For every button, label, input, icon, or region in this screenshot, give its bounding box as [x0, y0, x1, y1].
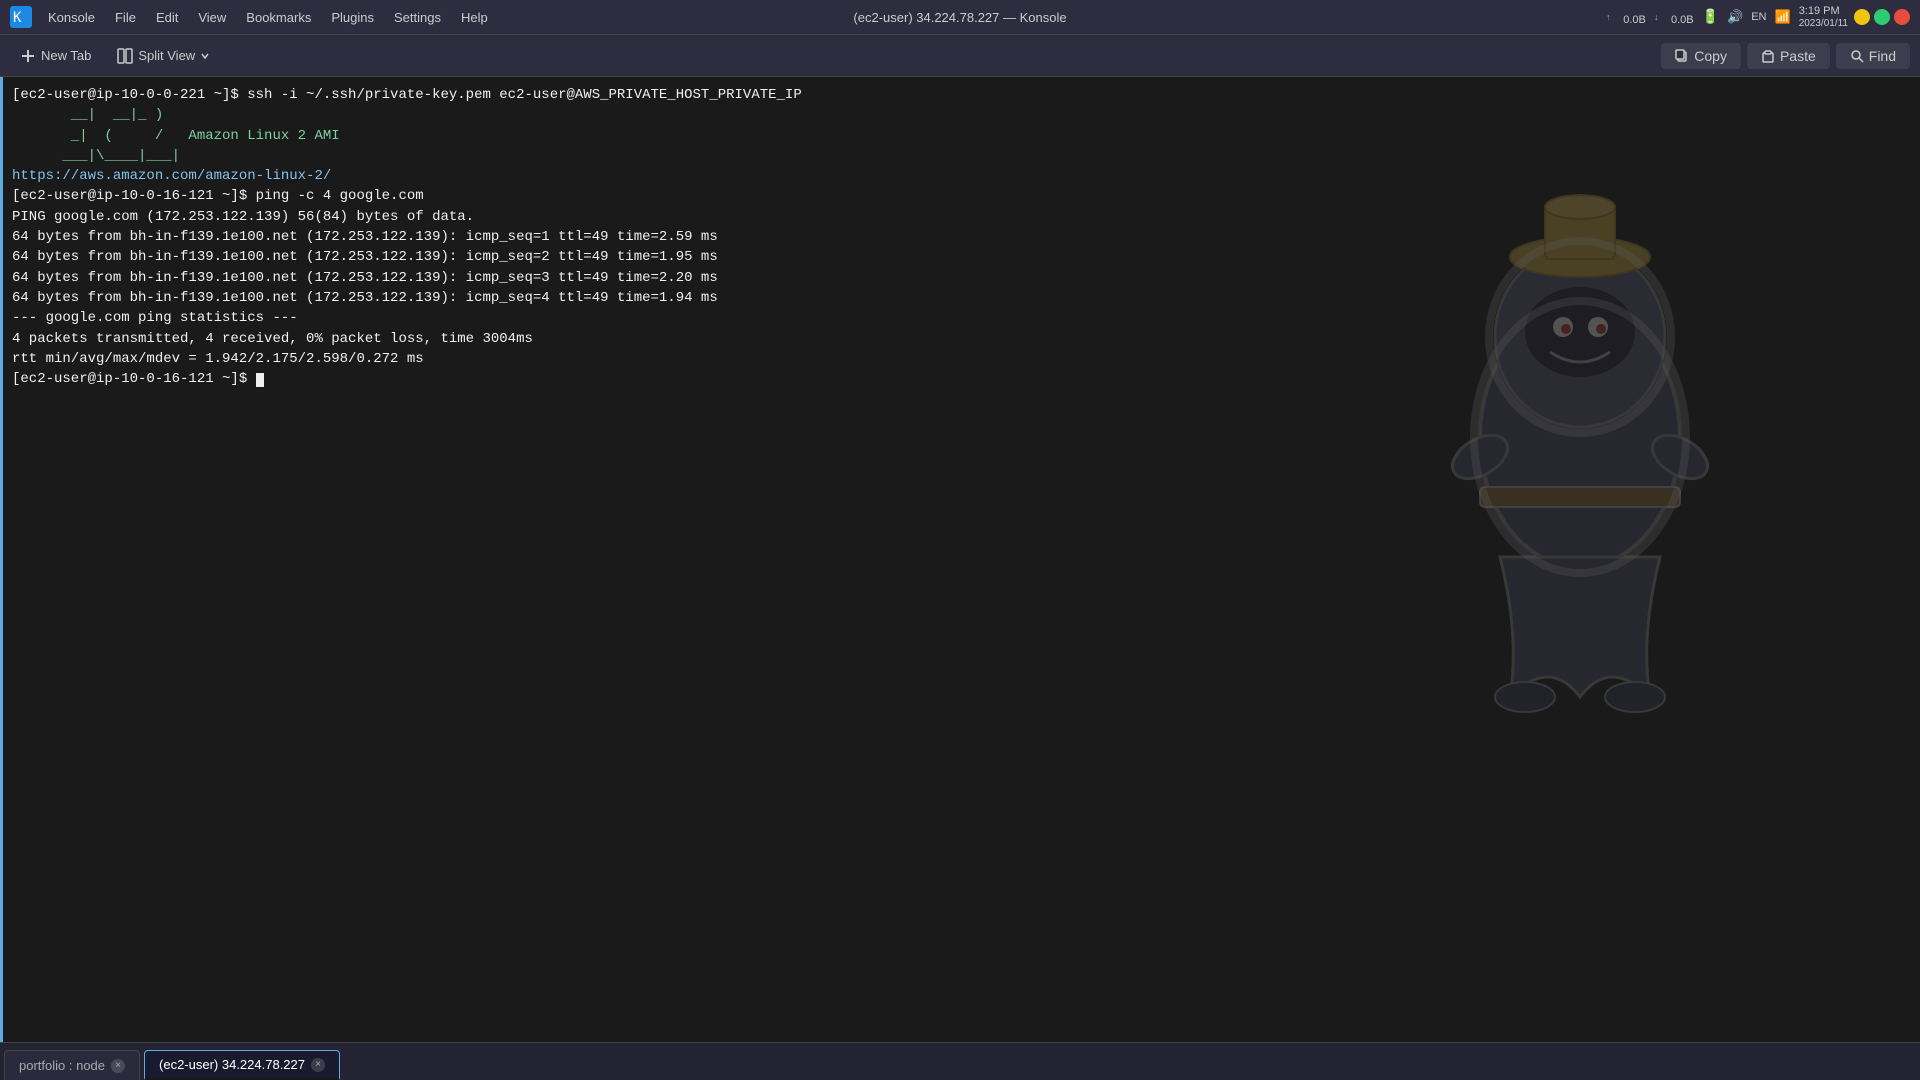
terminal-area[interactable]: [ec2-user@ip-10-0-0-221 ~]$ ssh -i ~/.ss…	[0, 77, 1920, 1042]
left-accent	[0, 77, 3, 1042]
split-icon	[117, 48, 133, 64]
paste-button[interactable]: Paste	[1747, 43, 1830, 69]
menu-file[interactable]: File	[107, 7, 144, 28]
titlebar-right: ↑ 0.0B ↓ 0.0B 🔋 🔊 EN 📶 3:19 PM 2023/01/1…	[1606, 5, 1910, 29]
new-tab-button[interactable]: New Tab	[10, 43, 101, 69]
menu-bookmarks[interactable]: Bookmarks	[238, 7, 319, 28]
svg-text:K: K	[13, 10, 22, 26]
svg-text:↓: ↓	[1654, 12, 1659, 22]
volume-icon: 🔊	[1727, 10, 1743, 25]
tab-ec2-close[interactable]: ×	[311, 1058, 325, 1072]
tab-ec2[interactable]: (ec2-user) 34.224.78.227 ×	[144, 1050, 340, 1080]
wifi-icon: 📶	[1775, 10, 1791, 25]
tab-ec2-label: (ec2-user) 34.224.78.227	[159, 1057, 305, 1072]
network-upload: ↑ 0.0B	[1606, 9, 1646, 26]
svg-text:↑: ↑	[1606, 12, 1611, 22]
window-maximize-button[interactable]: □	[1874, 9, 1890, 25]
window-minimize-button[interactable]: _	[1854, 9, 1870, 25]
menu-konsole[interactable]: Konsole	[40, 7, 103, 28]
paste-icon	[1761, 49, 1775, 63]
menu-settings[interactable]: Settings	[386, 7, 449, 28]
copy-icon	[1675, 49, 1689, 63]
chevron-down-icon	[200, 51, 210, 61]
toolbar-right: Copy Paste Find	[1661, 43, 1910, 69]
find-button[interactable]: Find	[1836, 43, 1910, 69]
menu-edit[interactable]: Edit	[148, 7, 186, 28]
menu-plugins[interactable]: Plugins	[323, 7, 382, 28]
window-title: (ec2-user) 34.224.78.227 — Konsole	[853, 10, 1066, 25]
split-view-button[interactable]: Split View	[107, 43, 220, 69]
menu-bar: Konsole File Edit View Bookmarks Plugins…	[40, 7, 496, 28]
plus-icon	[20, 48, 36, 64]
sys-tray: ↑ 0.0B ↓ 0.0B 🔋 🔊 EN 📶 3:19 PM 2023/01/1…	[1606, 5, 1848, 29]
network-download: ↓ 0.0B	[1654, 9, 1694, 26]
window-controls: _ □ ×	[1854, 9, 1910, 25]
titlebar-left: K Konsole File Edit View Bookmarks Plugi…	[10, 6, 496, 28]
titlebar: K Konsole File Edit View Bookmarks Plugi…	[0, 0, 1920, 35]
toolbar: New Tab Split View Copy Paste	[0, 35, 1920, 77]
terminal-output: [ec2-user@ip-10-0-0-221 ~]$ ssh -i ~/.ss…	[12, 85, 1908, 389]
clock: 3:19 PM 2023/01/11	[1799, 5, 1848, 29]
menu-help[interactable]: Help	[453, 7, 496, 28]
tabbar: portfolio : node × (ec2-user) 34.224.78.…	[0, 1042, 1920, 1080]
battery-icon: 🔋	[1702, 9, 1719, 26]
tab-portfolio[interactable]: portfolio : node ×	[4, 1050, 140, 1080]
konsole-icon: K	[10, 6, 32, 28]
search-icon	[1850, 49, 1864, 63]
tab-portfolio-label: portfolio : node	[19, 1058, 105, 1073]
tab-portfolio-close[interactable]: ×	[111, 1059, 125, 1073]
copy-button[interactable]: Copy	[1661, 43, 1741, 69]
menu-view[interactable]: View	[190, 7, 234, 28]
window-close-button[interactable]: ×	[1894, 9, 1910, 25]
network-label: EN	[1751, 11, 1766, 23]
